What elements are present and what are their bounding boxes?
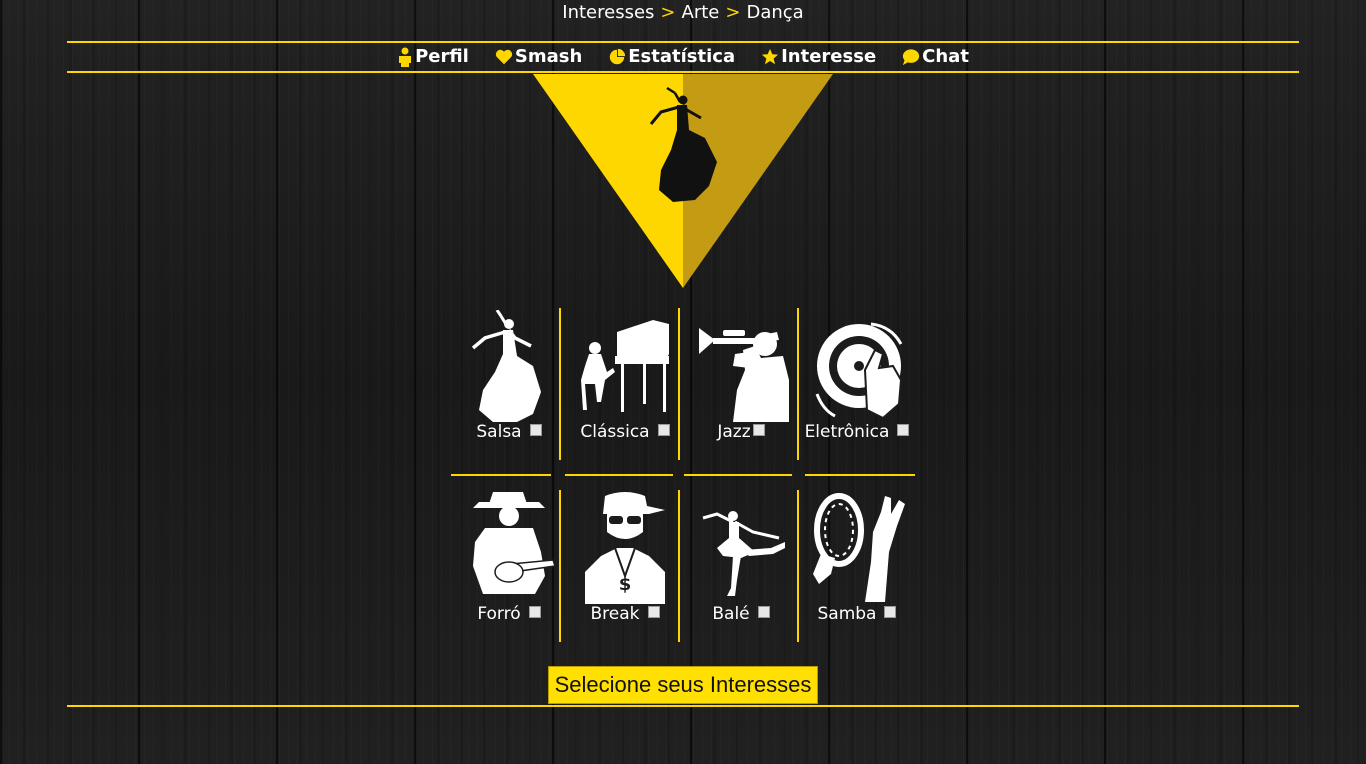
heart-icon (495, 49, 512, 64)
interest-checkbox[interactable] (884, 606, 897, 618)
interest-item-eletronica[interactable]: Eletrônica (799, 308, 915, 468)
grid-divider (684, 474, 792, 476)
hero-triangle (533, 74, 833, 288)
interest-checkbox[interactable] (757, 606, 770, 618)
breadcrumb-separator: > (725, 2, 741, 23)
interest-checkbox[interactable] (528, 606, 541, 618)
star-icon (762, 48, 779, 64)
interest-checkbox[interactable] (529, 424, 542, 436)
interest-label: Salsa (476, 422, 522, 442)
grid-divider (678, 308, 680, 460)
interest-item-forro[interactable]: Forró (451, 490, 567, 650)
ballerina-icon (702, 511, 785, 596)
interest-label: Forró (477, 604, 521, 624)
flamenco-dancer-icon (471, 310, 541, 422)
grid-divider (565, 474, 673, 476)
tambourine-hands-icon (813, 493, 905, 602)
breadcrumb-item-interesses[interactable]: Interesses (562, 2, 654, 23)
nav-item-smash[interactable]: Smash (495, 46, 582, 67)
nav-item-chat[interactable]: Chat (902, 46, 969, 67)
nav-top-divider (67, 41, 1299, 43)
interest-label: Samba (817, 604, 877, 624)
interest-label: Balé (712, 604, 750, 624)
piano-player-icon (581, 320, 669, 412)
grid-divider (805, 474, 915, 476)
breadcrumb-separator: > (660, 2, 676, 23)
cowboy-guitar-icon (473, 492, 556, 594)
interest-label: Eletrônica (804, 422, 890, 442)
grid-divider (451, 474, 551, 476)
interest-item-classica[interactable]: Clássica (567, 308, 683, 468)
nav-label: Smash (514, 46, 583, 67)
dj-turntable-icon (815, 322, 903, 420)
breadcrumb-item-arte[interactable]: Arte (682, 2, 720, 23)
grid-divider (559, 490, 561, 642)
grid-divider (678, 490, 680, 642)
grid-divider (559, 308, 561, 460)
nav-label: Chat (922, 46, 969, 67)
pie-chart-icon (610, 48, 626, 64)
trumpet-player-icon (699, 328, 789, 422)
interest-label: Break (590, 604, 640, 624)
breadcrumb-item-danca: Dança (746, 2, 804, 23)
interest-label: Clássica (580, 422, 650, 442)
interest-item-samba[interactable]: Samba (799, 490, 915, 650)
nav-bottom-divider (67, 71, 1299, 73)
interest-checkbox[interactable] (897, 424, 910, 436)
nav-label: Interesse (781, 46, 877, 67)
chat-bubble-icon (903, 48, 920, 65)
interest-label: Jazz (717, 422, 751, 442)
interest-checkbox[interactable] (657, 424, 670, 436)
interest-grid: Salsa Clássica Jazz Eletrônica Forró $ B… (451, 308, 915, 642)
interest-item-salsa[interactable]: Salsa (451, 308, 567, 468)
interest-item-bale[interactable]: Balé (683, 490, 799, 650)
nav-item-perfil[interactable]: Perfil (397, 46, 469, 67)
interest-item-jazz[interactable]: Jazz (683, 308, 799, 468)
footer-divider (67, 705, 1299, 707)
grid-divider (797, 308, 799, 460)
nav-item-interesse[interactable]: Interesse (761, 46, 876, 67)
grid-divider (797, 490, 799, 642)
interest-checkbox[interactable] (752, 424, 765, 436)
main-nav: Perfil Smash Estatística Interesse Chat (0, 46, 1366, 67)
nav-label: Estatística (628, 46, 736, 67)
svg-text:$: $ (619, 574, 632, 595)
select-interests-button[interactable]: Selecione seus Interesses (548, 666, 818, 704)
rapper-chain-icon: $ (585, 492, 665, 604)
nav-item-estatistica[interactable]: Estatística (608, 46, 735, 67)
interest-checkbox[interactable] (647, 606, 660, 618)
interest-item-break[interactable]: $ Break (567, 490, 683, 650)
breadcrumb: Interesses > Arte > Dança (0, 2, 1366, 23)
person-icon (399, 47, 412, 67)
nav-label: Perfil (415, 46, 469, 67)
